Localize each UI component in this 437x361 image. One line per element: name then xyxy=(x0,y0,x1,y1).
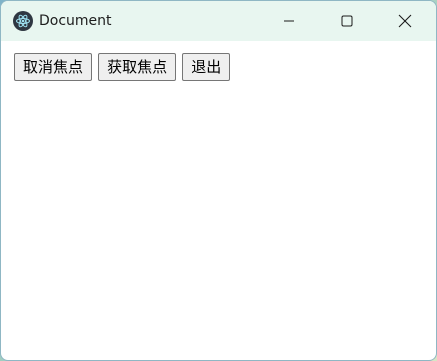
minimize-button[interactable] xyxy=(266,1,312,41)
title-bar[interactable]: Document xyxy=(1,1,436,41)
close-button[interactable] xyxy=(382,1,428,41)
document-body: 取消焦点 获取焦点 退出 xyxy=(1,41,436,81)
minimize-icon xyxy=(284,20,294,22)
electron-icon xyxy=(13,11,33,31)
maximize-icon xyxy=(341,15,353,27)
app-window: Document 取消焦点 获取焦点 退出 xyxy=(0,0,437,361)
blur-button[interactable]: 取消焦点 xyxy=(14,53,93,81)
focus-button[interactable]: 获取焦点 xyxy=(98,53,177,81)
close-icon xyxy=(398,14,412,28)
quit-button[interactable]: 退出 xyxy=(182,53,231,81)
maximize-button[interactable] xyxy=(324,1,370,41)
window-title: Document xyxy=(39,13,112,29)
